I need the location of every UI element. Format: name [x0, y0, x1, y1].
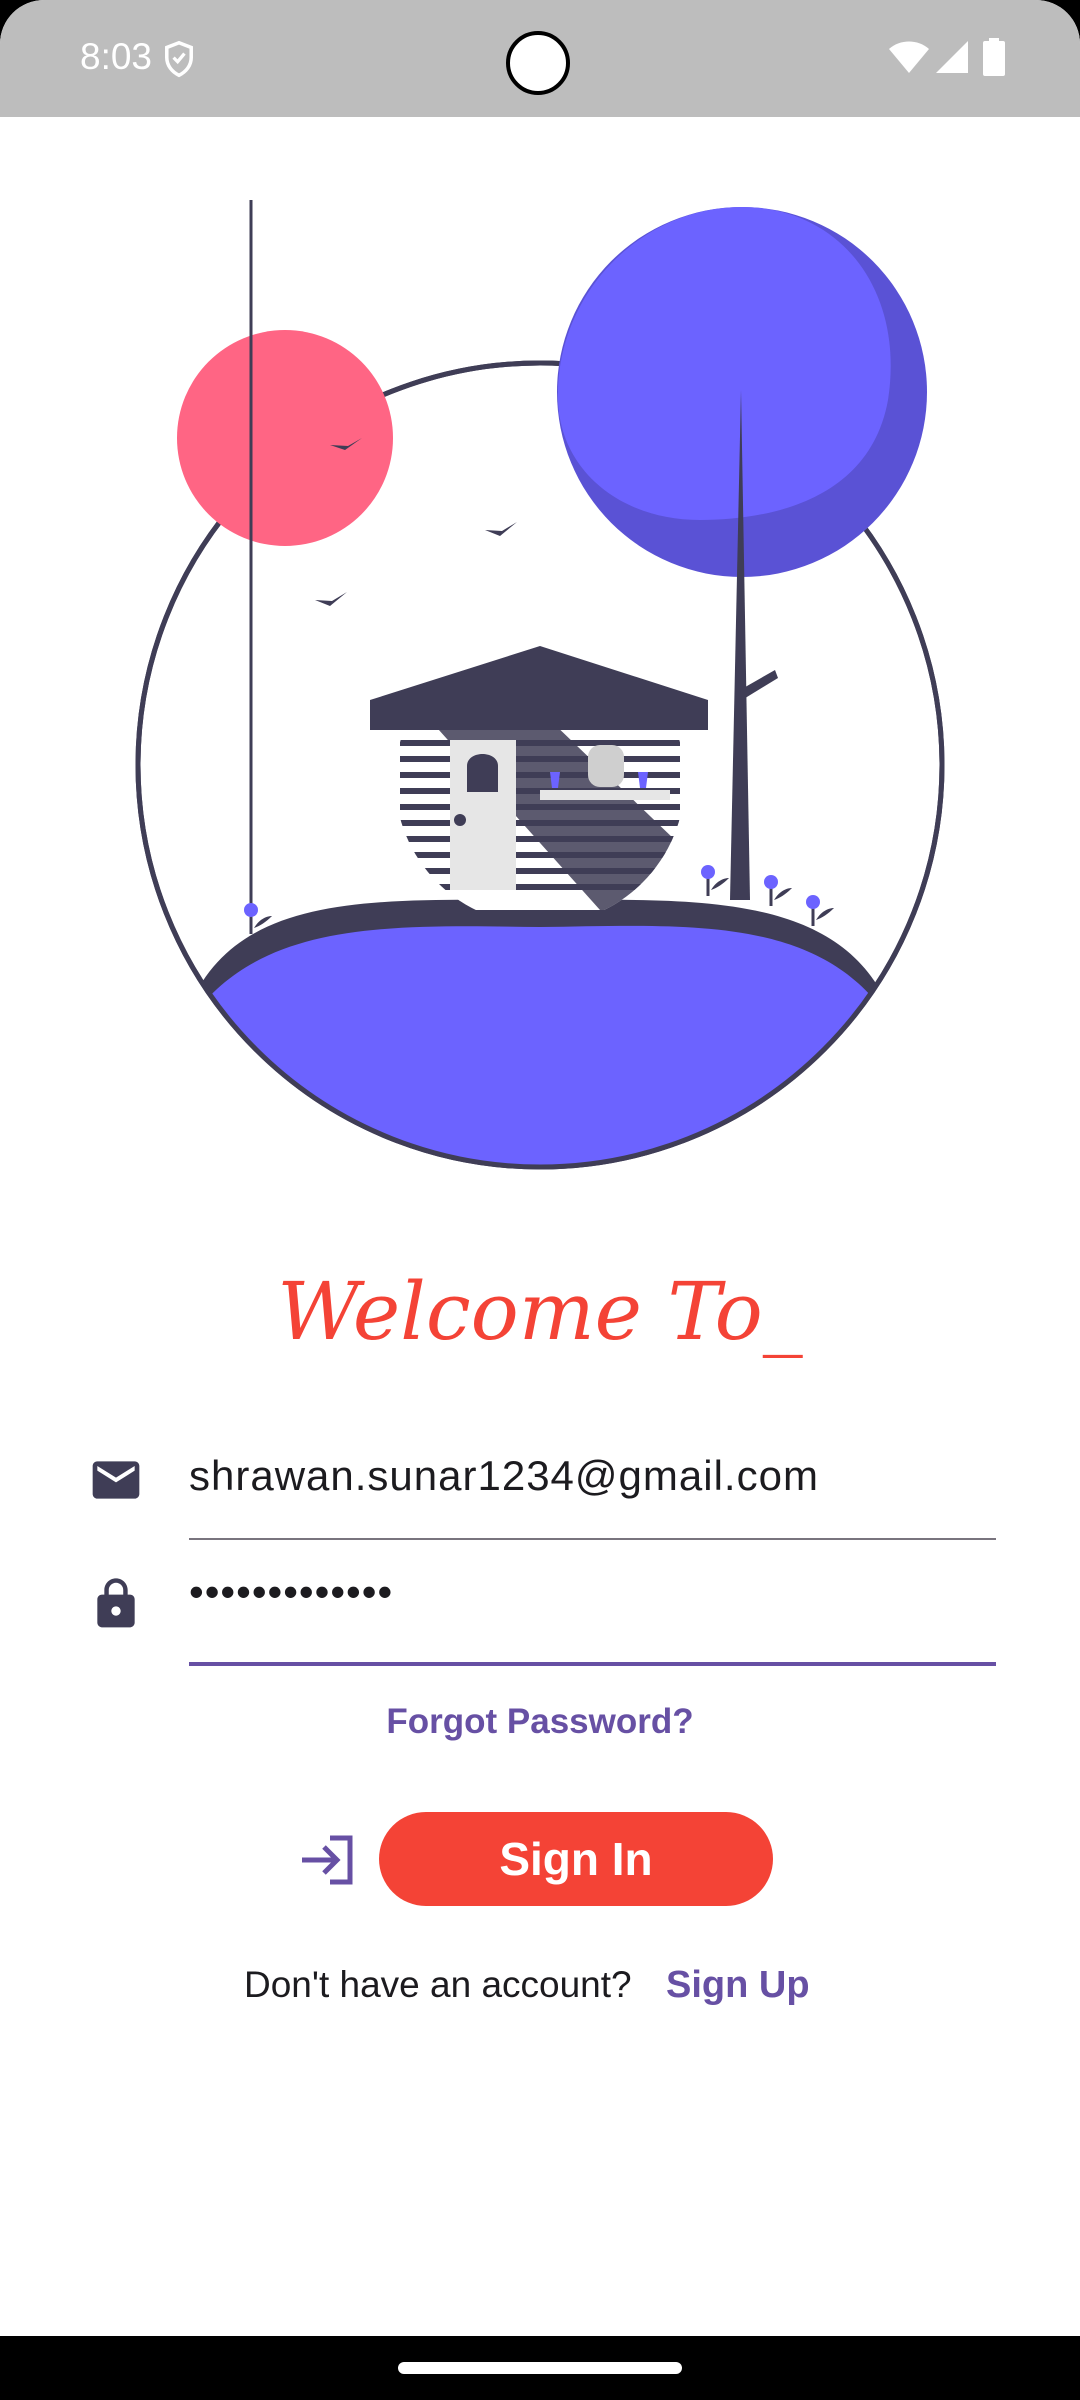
wifi-icon — [889, 41, 929, 73]
house-illustration — [135, 200, 945, 1170]
login-screen: 8:03 Welcome To_ shrawan.sunar1234@gmail… — [0, 0, 1080, 2400]
battery-icon — [983, 38, 1005, 76]
home-indicator[interactable] — [398, 2362, 682, 2374]
bird-icon — [315, 592, 347, 606]
sign-up-link[interactable]: Sign Up — [666, 1964, 810, 2007]
status-time: 8:03 — [80, 36, 153, 77]
email-field[interactable] — [189, 1436, 996, 1516]
email-underline — [189, 1538, 996, 1540]
bird-icon — [485, 522, 517, 536]
sun-circle — [177, 330, 393, 546]
mail-icon — [92, 1461, 140, 1499]
house — [370, 646, 708, 910]
password-field[interactable]: ••••••••••••• — [189, 1562, 996, 1642]
password-underline — [189, 1662, 996, 1666]
signup-prompt: Don't have an account? — [244, 1964, 632, 2005]
signup-row: Don't have an account? Sign Up — [0, 1964, 1080, 2024]
login-icon[interactable] — [298, 1834, 358, 1886]
lock-icon — [97, 1578, 135, 1628]
email-row — [0, 1420, 1080, 1540]
navigation-bar — [0, 2336, 1080, 2400]
welcome-title: Welcome To_ — [277, 1265, 803, 1358]
status-bar: 8:03 — [0, 0, 1080, 117]
signal-icon — [936, 41, 968, 73]
password-row: ••••••••••••• — [0, 1544, 1080, 1666]
sign-in-button[interactable]: Sign In — [379, 1812, 773, 1906]
forgot-password-link[interactable]: Forgot Password? — [0, 1702, 1080, 1742]
shield-icon — [165, 40, 193, 78]
camera-cutout — [506, 31, 570, 95]
